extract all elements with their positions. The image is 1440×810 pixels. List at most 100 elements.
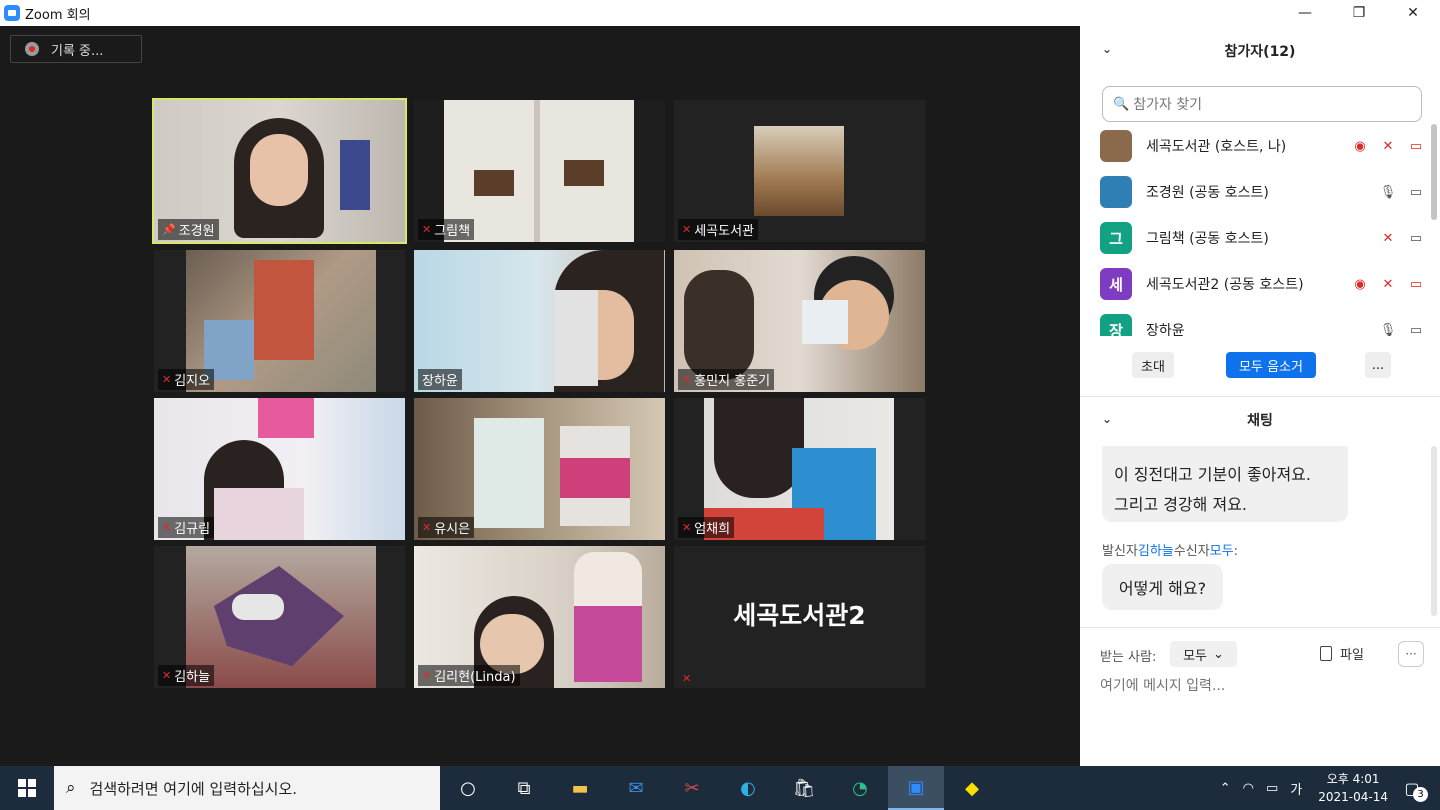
participant-row[interactable]: 그 그림책 (공동 호스트) ✕ ▭	[1100, 218, 1430, 258]
participant-name: 김지오	[174, 374, 211, 389]
participants-title: 참가자(12)	[1224, 44, 1296, 60]
participant-row[interactable]: 세곡도서관 (호스트, 나) ◉ ✕ ▭	[1100, 126, 1430, 166]
mail-icon[interactable]: ✉	[608, 766, 664, 810]
cortana-icon[interactable]: ○	[440, 766, 496, 810]
record-icon	[25, 42, 39, 56]
participant-name: 홍민지 홍준기	[694, 374, 771, 389]
ime-indicator[interactable]: 가	[1290, 779, 1302, 798]
chat-more-button[interactable]: ···	[1398, 641, 1424, 667]
video-icon[interactable]: ▭	[1406, 323, 1426, 337]
video-gallery: 기록 중... 📌 조경원 ✕ 그림책 ✕ 세곡도서관 ✕ 김지오 장하윤 ✕ …	[0, 26, 1080, 766]
invite-button[interactable]: 초대	[1132, 352, 1174, 378]
chevron-down-icon: ⌄	[1213, 646, 1224, 662]
message-input[interactable]	[1100, 678, 1420, 694]
avatar	[1100, 176, 1132, 208]
taskbar-search[interactable]: ⌕ 검색하려면 여기에 입력하십시오.	[54, 766, 440, 810]
participant-row[interactable]: 세 세곡도서관2 (공동 호스트) ◉ ✕ ▭	[1100, 264, 1430, 304]
video-icon[interactable]: ▭	[1406, 185, 1426, 200]
participant-row[interactable]: 장 장하윤 🎙 ▭	[1100, 310, 1430, 336]
chat-scrollbar[interactable]	[1431, 446, 1437, 616]
video-tile[interactable]: 장하윤	[414, 250, 665, 392]
recording-icon: ◉	[1354, 276, 1366, 292]
avatar: 그	[1100, 222, 1132, 254]
mic-muted-icon[interactable]: ✕	[1378, 231, 1398, 246]
notification-button[interactable]: ▢ 3	[1398, 774, 1428, 802]
chat-message-line: 그리고 경강해 져요.	[1114, 495, 1248, 514]
participant-list-name: 조경원 (공동 호스트)	[1146, 185, 1269, 201]
sender-name[interactable]: 김하늘	[1138, 544, 1174, 559]
zoom-icon[interactable]: ▣	[888, 766, 944, 810]
close-button[interactable]: ✕	[1386, 0, 1440, 26]
receiver-name[interactable]: 모두	[1210, 544, 1234, 559]
participant-list: 세곡도서관 (호스트, 나) ◉ ✕ ▭ 조경원 (공동 호스트) 🎙 ▭ 그 …	[1080, 126, 1430, 336]
participant-name: 조경원	[178, 224, 215, 239]
video-tile[interactable]: ✕ 김리현(Linda)	[414, 546, 665, 688]
mic-muted-icon: ✕	[682, 672, 692, 685]
network-icon[interactable]: ◠	[1243, 781, 1254, 796]
video-off-icon[interactable]: ▭	[1406, 139, 1426, 154]
video-tile[interactable]: ✕ 김하늘	[154, 546, 405, 688]
mic-muted-icon[interactable]: ✕	[1378, 277, 1398, 292]
video-tile[interactable]: 📌 조경원	[152, 98, 407, 244]
search-icon: ⌕	[66, 778, 76, 798]
video-tile[interactable]: ✕ 세곡도서관	[674, 100, 925, 242]
participant-name: 유시은	[434, 522, 471, 537]
video-tile[interactable]: ✕ 유시은	[414, 398, 665, 540]
mute-all-button[interactable]: 모두 음소거	[1226, 352, 1316, 378]
participant-name: 김리현(Linda)	[434, 670, 516, 685]
zoom-logo-icon	[4, 5, 20, 21]
side-panel: ⌄ 참가자(12) 🔍 참가자 찾기 세곡도서관 (호스트, 나) ◉ ✕ ▭ …	[1080, 26, 1440, 766]
notification-badge: 3	[1413, 787, 1428, 802]
kakaotalk-icon[interactable]: ◆	[944, 766, 1000, 810]
participant-list-name: 세곡도서관 (호스트, 나)	[1146, 139, 1287, 155]
video-off-icon[interactable]: ▭	[1406, 277, 1426, 292]
video-tile[interactable]: ✕ 엄채희	[674, 398, 925, 540]
app-icon[interactable]: ◔	[832, 766, 888, 810]
video-icon[interactable]: ▭	[1406, 231, 1426, 246]
mic-muted-icon: ✕	[422, 521, 432, 534]
chat-sender-line: 발신자김하늘수신자모두:	[1102, 540, 1238, 559]
video-tile[interactable]: 세곡도서관2 ✕	[674, 546, 925, 688]
battery-icon[interactable]: ▭	[1266, 781, 1278, 796]
mic-muted-icon: ✕	[682, 521, 692, 534]
windows-logo-icon	[18, 779, 36, 797]
mic-muted-icon: ✕	[422, 223, 432, 236]
store-icon[interactable]: 🛍	[776, 766, 832, 810]
participant-search[interactable]: 🔍 참가자 찾기	[1102, 86, 1422, 122]
title-bar: Zoom 회의 — ❐ ✕	[0, 0, 1440, 26]
chevron-down-icon[interactable]: ⌄	[1102, 412, 1112, 426]
chevron-up-icon[interactable]: ⌃	[1220, 781, 1231, 796]
maximize-button[interactable]: ❐	[1332, 0, 1386, 26]
participant-name: 세곡도서관	[694, 224, 755, 239]
snipping-tool-icon[interactable]: ✂	[664, 766, 720, 810]
recording-icon: ◉	[1354, 138, 1366, 154]
task-view-icon[interactable]: ⧉	[496, 766, 552, 810]
participant-display-name: 세곡도서관2	[733, 601, 866, 630]
clock[interactable]: 오후 4:01 2021-04-14	[1318, 770, 1388, 806]
recipient-select[interactable]: 모두 ⌄	[1170, 641, 1237, 667]
mic-icon[interactable]: 🎙	[1378, 185, 1398, 200]
mic-muted-icon[interactable]: ✕	[1378, 139, 1398, 154]
participant-name: 그림책	[434, 224, 471, 239]
avatar: 장	[1100, 314, 1132, 336]
chat-message: 이 징전대고 기분이 좋아져요. 그리고 경강해 져요.	[1102, 446, 1348, 522]
mic-icon[interactable]: 🎙	[1378, 323, 1398, 337]
video-tile[interactable]: ✕ 그림책	[414, 100, 665, 242]
edge-icon[interactable]: ◐	[720, 766, 776, 810]
chat-messages: 이 징전대고 기분이 좋아져요. 그리고 경강해 져요. 발신자김하늘수신자모두…	[1080, 446, 1430, 626]
participant-row[interactable]: 조경원 (공동 호스트) 🎙 ▭	[1100, 172, 1430, 212]
sender-suffix: :	[1233, 544, 1238, 559]
participant-scrollbar[interactable]	[1431, 124, 1437, 220]
video-tile[interactable]: ✕ 홍민지 홍준기	[674, 250, 925, 392]
start-button[interactable]	[0, 766, 54, 810]
video-tile[interactable]: ✕ 김지오	[154, 250, 405, 392]
recording-indicator[interactable]: 기록 중...	[10, 35, 142, 63]
more-button[interactable]: ...	[1365, 352, 1391, 378]
taskbar: ⌕ 검색하려면 여기에 입력하십시오. ○ ⧉ ▬ ✉ ✂ ◐ 🛍 ◔ ▣ ◆ …	[0, 766, 1440, 810]
file-button[interactable]: 파일	[1320, 644, 1364, 663]
window-title: Zoom 회의	[25, 7, 91, 23]
file-explorer-icon[interactable]: ▬	[552, 766, 608, 810]
video-tile[interactable]: ✕ 김규림	[154, 398, 405, 540]
minimize-button[interactable]: —	[1278, 0, 1332, 26]
chevron-down-icon[interactable]: ⌄	[1102, 42, 1112, 56]
